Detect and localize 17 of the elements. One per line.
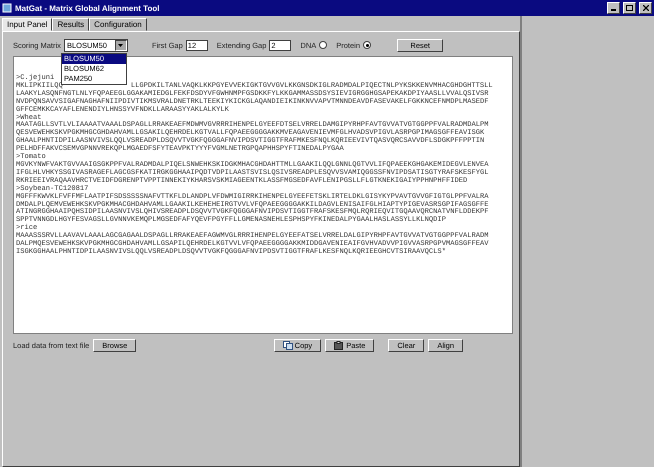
- clipboard-icon: [334, 340, 344, 350]
- copy-icon: [282, 340, 293, 350]
- tab[interactable]: Results: [52, 18, 90, 31]
- close-button[interactable]: [639, 2, 652, 14]
- tab[interactable]: Input Panel: [2, 18, 52, 31]
- caret-icon: [118, 44, 124, 46]
- maximize-button[interactable]: [623, 2, 636, 14]
- radio-button[interactable]: [363, 41, 372, 49]
- maximize-icon: [626, 5, 633, 11]
- dropdown-arrow-button[interactable]: [114, 40, 127, 50]
- tab[interactable]: Configuration: [89, 18, 147, 31]
- app-icon: [2, 3, 12, 13]
- radio-button[interactable]: [319, 41, 328, 49]
- minimize-button[interactable]: [607, 2, 620, 14]
- sequence-text-area[interactable]: [13, 56, 513, 334]
- close-icon: [642, 5, 648, 11]
- window-title: MatGat - Matrix Global Alignment Tool: [15, 4, 160, 12]
